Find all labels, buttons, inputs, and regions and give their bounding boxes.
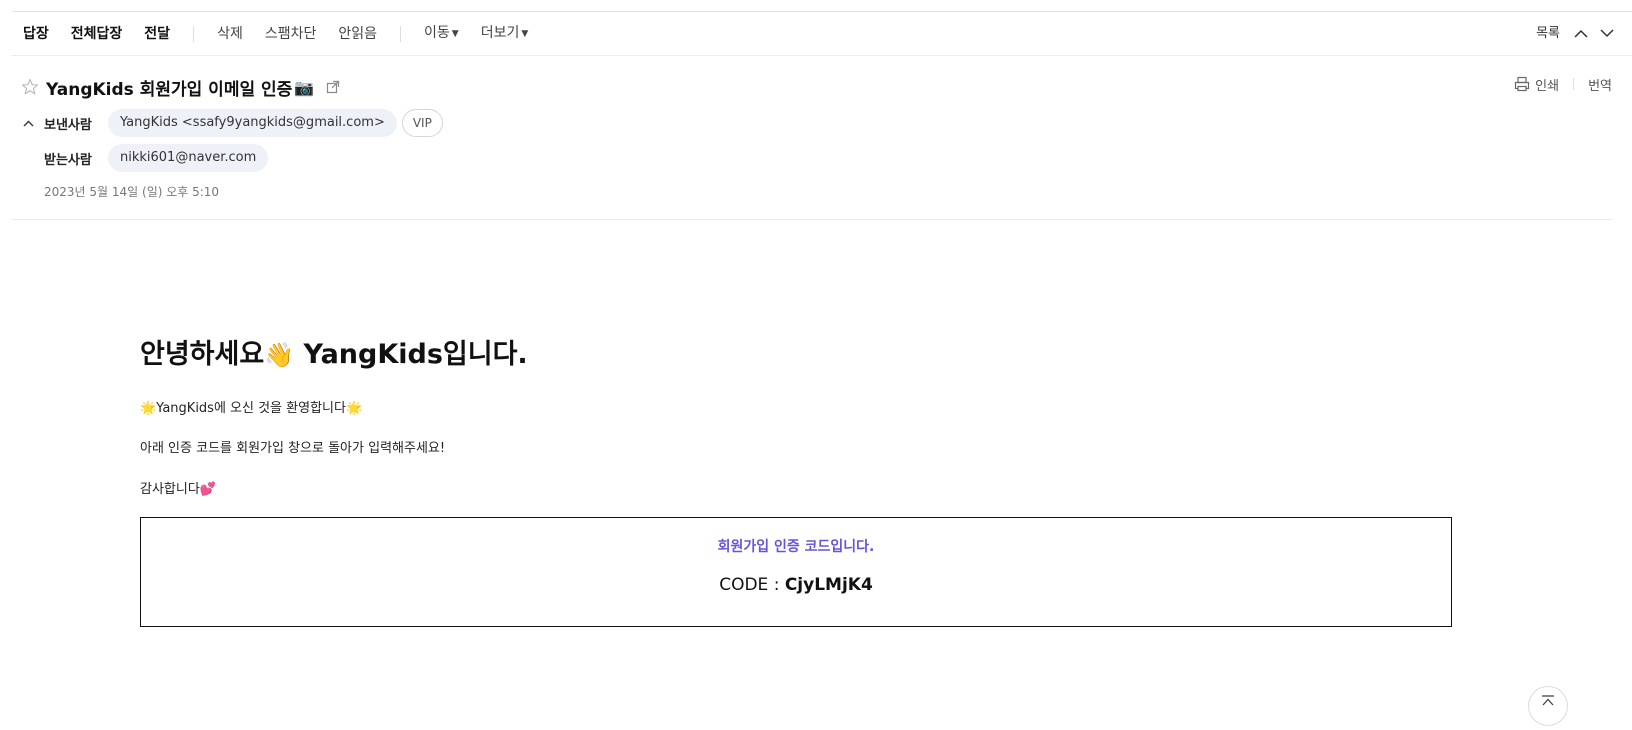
list-button[interactable]: 목록 [1528, 12, 1568, 56]
header-divider [12, 219, 1612, 220]
reply-all-button[interactable]: 전체답장 [60, 12, 134, 56]
move-label: 이동 [424, 25, 450, 41]
sender-label-wrap: 보낸사람 [20, 114, 108, 133]
mail-toolbar: 답장 전체답장 전달 삭제 스팸차단 안읽음 이동 ▼ 더보기 ▼ 목록 [12, 12, 1632, 56]
toolbar-separator [400, 25, 401, 42]
external-link-icon[interactable] [326, 80, 340, 94]
mail-subject: YangKids 회원가입 이메일 인증 [46, 79, 293, 100]
printer-icon [1515, 76, 1530, 92]
toolbar-separator [193, 25, 195, 42]
more-dropdown[interactable]: 더보기 ▼ [470, 11, 540, 56]
instruction-text: 아래 인증 코드를 회원가입 창으로 돌아가 입력해주세요! [140, 441, 446, 456]
scroll-to-top-button[interactable] [1528, 686, 1568, 726]
recipient-row: 받는사람 nikki601@naver.com [20, 144, 269, 172]
caret-down-icon: ▼ [521, 29, 529, 39]
reply-button[interactable]: 답장 [12, 12, 60, 56]
scroll-to-top-icon [1542, 695, 1554, 706]
chevron-up-icon [23, 120, 33, 126]
star-outline-icon [21, 78, 39, 95]
chevron-down-icon [1600, 29, 1614, 38]
prev-mail-button[interactable] [1568, 21, 1594, 47]
print-label: 인쇄 [1535, 78, 1560, 94]
caret-down-icon: ▼ [451, 29, 459, 39]
mail-actions: 인쇄 번역 [1514, 74, 1612, 94]
vip-button[interactable]: VIP [401, 109, 443, 137]
thanks-text: 감사합니다💕 [140, 482, 216, 497]
subject-row: YangKids 회원가입 이메일 인증 📷 [20, 74, 340, 100]
mail-body: 안녕하세요👋 YangKids입니다. 🌟YangKids에 오신 것을 환영합… [140, 330, 1452, 627]
forward-button[interactable]: 전달 [133, 12, 181, 56]
chevron-up-icon [1574, 29, 1588, 38]
move-dropdown[interactable]: 이동 ▼ [413, 11, 470, 56]
code-title: 회원가입 인증 코드입니다. [717, 539, 875, 555]
print-button[interactable]: 인쇄 [1514, 75, 1559, 94]
sender-label: 보낸사람 [44, 117, 92, 133]
greeting-heading: 안녕하세요👋 YangKids입니다. [140, 330, 1452, 380]
next-mail-button[interactable] [1594, 21, 1620, 47]
sender-address-chip[interactable]: YangKids <ssafy9yangkids@gmail.com> [108, 109, 397, 137]
sender-row: 보낸사람 YangKids <ssafy9yangkids@gmail.com>… [20, 109, 443, 137]
action-separator [1573, 78, 1575, 90]
welcome-text: 🌟YangKids에 오신 것을 환영합니다🌟 [140, 401, 363, 416]
waving-hand-emoji: 👋 [264, 341, 295, 369]
code-line: CODE : CjyLMjK4 [141, 575, 1451, 595]
greeting-prefix: 안녕하세요 [140, 339, 265, 370]
mail-date: 2023년 5월 14일 (일) 오후 5:10 [44, 185, 220, 199]
code-label: CODE : [719, 575, 785, 595]
spam-block-button[interactable]: 스팸차단 [254, 12, 328, 56]
camera-emoji: 📷 [294, 77, 315, 97]
star-toggle[interactable] [20, 77, 40, 97]
verification-code: CjyLMjK4 [784, 575, 873, 595]
recipient-label: 받는사람 [44, 152, 92, 168]
collapse-header-button[interactable] [20, 115, 36, 131]
mark-unread-button[interactable]: 안읽음 [327, 12, 388, 56]
greeting-suffix: YangKids입니다. [294, 339, 528, 370]
translate-label: 번역 [1588, 78, 1612, 94]
translate-button[interactable]: 번역 [1588, 75, 1612, 94]
more-label: 더보기 [480, 25, 520, 41]
recipient-address-chip[interactable]: nikki601@naver.com [108, 144, 269, 172]
toolbar-right: 목록 [1528, 12, 1632, 56]
verification-code-box: 회원가입 인증 코드입니다. CODE : CjyLMjK4 [140, 517, 1452, 627]
delete-button[interactable]: 삭제 [206, 12, 254, 56]
